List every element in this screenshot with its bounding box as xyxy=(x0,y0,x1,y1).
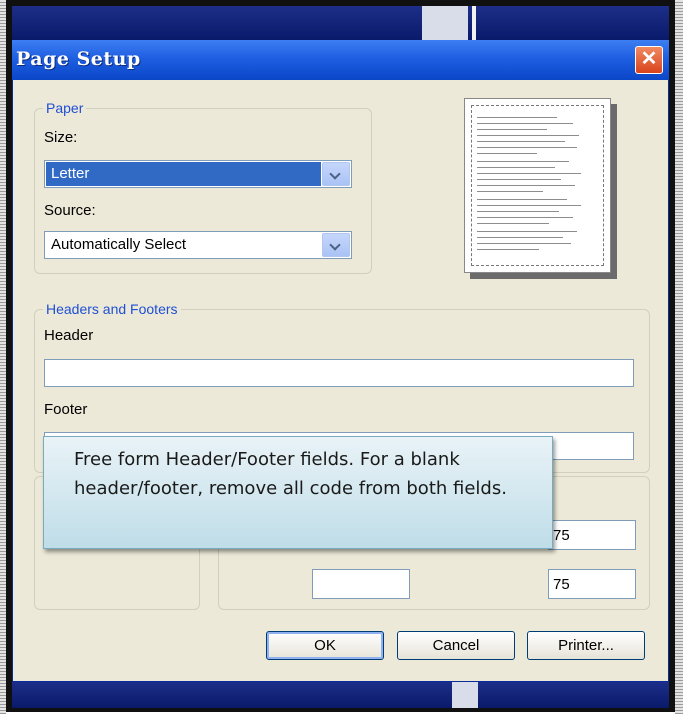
preview-line xyxy=(477,199,567,200)
margin-value-2: 75 xyxy=(553,576,570,593)
preview-line xyxy=(477,217,573,218)
page-preview-icon xyxy=(464,98,611,273)
page-setup-dialog: Page Setup ✕ Paper Size: Letter Source: … xyxy=(12,40,669,682)
preview-line xyxy=(477,185,575,186)
close-icon[interactable]: ✕ xyxy=(635,46,663,74)
preview-line xyxy=(477,141,565,142)
margin-value-1: 75 xyxy=(553,527,570,544)
background-window-bottom xyxy=(12,682,669,708)
preview-line xyxy=(477,123,573,124)
preview-line xyxy=(477,161,569,162)
footer-label: Footer xyxy=(44,401,88,418)
size-label: Size: xyxy=(44,129,78,146)
header-label: Header xyxy=(44,327,94,344)
margin-input-1[interactable]: 75 xyxy=(548,520,636,550)
background-tab xyxy=(452,682,478,708)
source-value: Automatically Select xyxy=(51,236,187,253)
preview-line xyxy=(477,249,539,250)
preview-line xyxy=(477,191,543,192)
background-window-top xyxy=(12,6,669,40)
paper-legend: Paper xyxy=(43,100,87,116)
preview-line xyxy=(477,243,571,244)
margin-input-2[interactable]: 75 xyxy=(548,569,636,599)
right-border-stripe xyxy=(675,0,683,714)
preview-line xyxy=(477,147,577,148)
printer-button[interactable]: Printer... xyxy=(527,631,645,660)
source-label: Source: xyxy=(44,202,96,219)
margin-input-hidden[interactable] xyxy=(312,569,410,599)
preview-line xyxy=(477,211,559,212)
annotation-callout: Free form Header/Footer fields. For a bl… xyxy=(43,436,553,549)
size-value: Letter xyxy=(51,165,90,182)
headers-footers-legend: Headers and Footers xyxy=(43,301,181,317)
preview-line xyxy=(477,167,555,168)
preview-line xyxy=(477,231,577,232)
ok-button[interactable]: OK xyxy=(266,631,384,660)
preview-line xyxy=(477,205,581,206)
preview-line xyxy=(477,173,581,174)
preview-line xyxy=(477,153,537,154)
preview-line xyxy=(477,117,557,118)
title-bar[interactable]: Page Setup ✕ xyxy=(12,40,669,80)
preview-line xyxy=(477,179,561,180)
preview-line xyxy=(477,237,563,238)
preview-line xyxy=(477,223,549,224)
header-input[interactable] xyxy=(44,359,634,387)
size-dropdown[interactable]: Letter xyxy=(44,160,352,188)
cancel-button[interactable]: Cancel xyxy=(397,631,515,660)
source-dropdown[interactable]: Automatically Select xyxy=(44,231,352,259)
background-tab xyxy=(422,6,468,40)
dialog-title: Page Setup xyxy=(16,48,141,70)
chevron-down-icon[interactable] xyxy=(322,162,350,186)
preview-line xyxy=(477,129,547,130)
background-tab-edge xyxy=(472,6,476,40)
chevron-down-icon[interactable] xyxy=(322,233,350,257)
preview-line xyxy=(477,135,579,136)
